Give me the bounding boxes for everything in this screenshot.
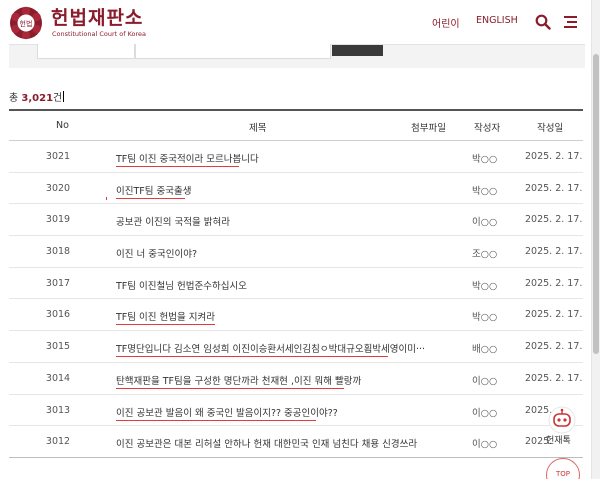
row-date: 2025. 2. 17. [525, 214, 583, 226]
svg-text:헌법: 헌법 [20, 19, 33, 28]
row-title-link[interactable]: 탄핵재판을 TF팀을 구성한 명단까라 천재현 ,이진 뭐해 빨랑까 [116, 373, 361, 387]
chatbot-label[interactable]: 헌재톡 [546, 433, 571, 446]
scrollbar-thumb[interactable] [593, 54, 599, 354]
row-number: 3012 [45, 436, 71, 448]
row-date: 2025. 2. 17. [525, 309, 583, 321]
annotation-mark [106, 196, 107, 200]
total-count-value: 3,021 [21, 93, 54, 104]
row-date: 2025. 2. 17. [525, 277, 583, 289]
row-date: 2025. 2. 17. [525, 341, 583, 353]
row-writer: 이○○ [472, 375, 498, 387]
table-header: No 제목 첨부파일 작성자 작성일 [9, 111, 583, 141]
row-date: 2025. 2. 17. [525, 151, 583, 162]
row-date: 2025. 2. 17. [525, 372, 583, 384]
col-header-attachment: 첨부파일 [411, 123, 446, 134]
row-title-link[interactable]: 이진TF팀 중국출생 [116, 183, 191, 197]
row-writer: 배○○ [472, 344, 498, 356]
row-date: 2025. 2. 17. [525, 246, 583, 258]
table-row[interactable]: 3019 공보관 이진의 국적을 밝혀라 이○○ 2025. 2. 17. [9, 204, 583, 237]
annotation-underline [116, 356, 388, 358]
row-number: 3014 [45, 372, 71, 384]
table-row[interactable]: 3013 이진 공보관 발음이 왜 중국인 발음이지?? 중공인이야?? 이○○… [9, 395, 583, 427]
search-form [9, 44, 585, 68]
search-input[interactable] [135, 44, 331, 59]
row-title-link[interactable]: 이진 공보관은 대본 리허설 안하나 헌재 대한민국 인재 넘친다 채용 신경쓰… [116, 436, 417, 450]
scroll-top-button[interactable]: TOP [546, 458, 580, 479]
row-writer: 이○○ [472, 217, 498, 229]
court-seal-icon[interactable]: 헌법 [9, 6, 43, 40]
board-table: No 제목 첨부파일 작성자 작성일 3021 TF팀 이진 중국적이라 모르나… [9, 109, 583, 458]
row-title-link[interactable]: 이진 공보관 발음이 왜 중국인 발음이지?? 중공인이야?? [116, 405, 338, 419]
table-row[interactable]: 3017 TF팀 이진철님 헌법준수하십시오 박○○ 2025. 2. 17. [9, 268, 583, 300]
nav-english-link[interactable]: ENGLISH [476, 15, 518, 26]
site-logo-korean[interactable]: 헌법재판소 [51, 7, 143, 29]
table-row[interactable]: 3021 TF팀 이진 중국적이라 모르나봅니다 박○○ 2025. 2. 17… [9, 141, 583, 173]
row-writer: 박○○ [472, 154, 498, 165]
site-logo-english: Constitutional Court of Korea [52, 30, 147, 38]
row-title-link[interactable]: TF팀 이진 중국적이라 모르나봅니다 [116, 151, 259, 165]
row-writer: 박○○ [472, 312, 498, 324]
row-number: 3015 [45, 341, 71, 353]
row-number: 3021 [45, 151, 71, 162]
table-row[interactable]: 3016 TF팀 이진 헌법을 지켜라 박○○ 2025. 2. 17. [9, 299, 583, 332]
page-scrollbar[interactable] [591, 0, 600, 479]
table-row[interactable]: 3014 탄핵재판을 TF팀을 구성한 명단까라 천재현 ,이진 뭐해 빨랑까 … [9, 363, 583, 395]
site-header: 헌법 헌법재판소 Constitutional Court of Korea 어… [0, 0, 600, 44]
col-header-no: No [56, 120, 69, 131]
row-title-link[interactable]: 공보관 이진의 국적을 밝혀라 [116, 214, 230, 228]
row-number: 3020 [45, 182, 71, 194]
row-title-link[interactable]: TF명단입니다 김소연 임성희 이진이승환서세인김침ㅇ박대규오횜박세영이미··· [116, 341, 425, 355]
row-number: 3013 [45, 404, 71, 416]
search-icon[interactable] [535, 14, 551, 30]
row-number: 3018 [45, 246, 71, 258]
annotation-underline [116, 419, 316, 421]
table-row[interactable]: 3020 이진TF팀 중국출생 박○○ 2025. 2. 17. [9, 173, 583, 205]
row-writer: 이○○ [472, 407, 498, 419]
row-date: 2025. 2. 17. [525, 182, 583, 194]
row-number: 3016 [45, 309, 71, 321]
row-writer: 박○○ [472, 280, 498, 292]
table-row[interactable]: 3015 TF명단입니다 김소연 임성희 이진이승환서세인김침ㅇ박대규오횜박세영… [9, 331, 583, 363]
search-button[interactable] [332, 45, 383, 56]
row-number: 3017 [45, 277, 71, 289]
table-row[interactable]: 3012 이진 공보관은 대본 리허설 안하나 헌재 대한민국 인재 넘친다 채… [9, 426, 583, 458]
row-title-link[interactable]: TF팀 이진철님 헌법준수하십시오 [116, 278, 247, 292]
row-writer: 박○○ [472, 185, 498, 197]
annotation-underline [116, 387, 344, 389]
table-row[interactable]: 3018 이진 너 중국인이야? 조○○ 2025. 2. 17. [9, 236, 583, 268]
col-header-writer: 작성자 [474, 123, 501, 134]
col-header-date: 작성일 [537, 123, 564, 134]
row-writer: 조○○ [472, 249, 498, 261]
chatbot-robot-icon[interactable] [547, 405, 577, 435]
menu-icon[interactable] [564, 15, 577, 29]
row-title-link[interactable]: TF팀 이진 헌법을 지켜라 [116, 309, 215, 323]
total-count: 총 3,021건 [9, 91, 65, 104]
annotation-underline [116, 197, 185, 199]
row-writer: 이○○ [472, 439, 498, 451]
row-number: 3019 [45, 214, 71, 226]
nav-kids-link[interactable]: 어린이 [432, 15, 460, 30]
annotation-underline [116, 324, 215, 326]
search-category-select[interactable] [37, 44, 135, 59]
col-header-title: 제목 [249, 123, 267, 134]
scroll-top-label: TOP [555, 470, 570, 478]
annotation-underline [116, 166, 239, 167]
row-title-link[interactable]: 이진 너 중국인이야? [116, 246, 197, 260]
